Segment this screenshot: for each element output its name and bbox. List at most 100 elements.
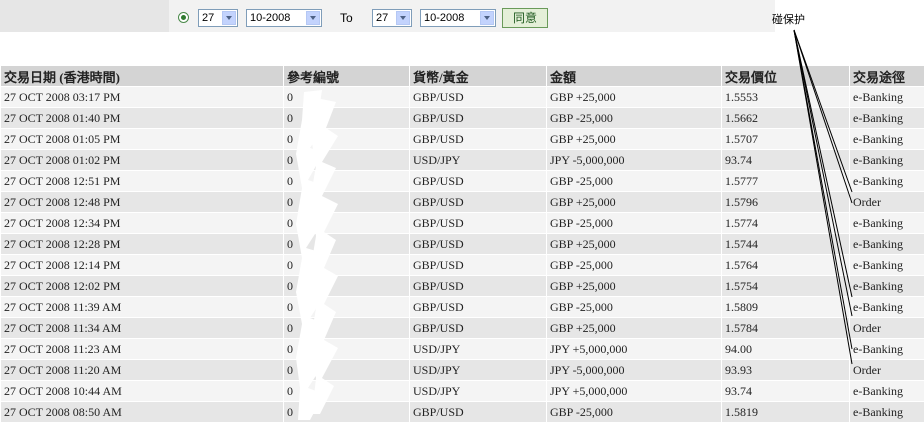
cell-currency-pair: GBP/USD <box>409 170 547 192</box>
table-row: 27 OCT 2008 12:34 PM 0 GBP/USD GBP -25,000 1… <box>0 212 924 234</box>
cell-amount: GBP -25,000 <box>546 296 722 318</box>
cell-amount: GBP +25,000 <box>546 233 722 255</box>
cell-trade-rate: 1.5662 <box>721 107 850 129</box>
table-row: 27 OCT 2008 01:05 PM 0 GBP/USD GBP +25,000 1… <box>0 128 924 150</box>
cell-amount: GBP +25,000 <box>546 317 722 339</box>
to-label: To <box>340 11 353 25</box>
table-row: 27 OCT 2008 03:17 PM 0 GBP/USD GBP +25,000 1… <box>0 86 924 108</box>
cell-trade-date: 27 OCT 2008 11:34 AM <box>0 317 284 339</box>
cell-trade-date: 27 OCT 2008 12:14 PM <box>0 254 284 276</box>
from-month-value: 10-2008 <box>250 12 291 24</box>
header-reference-no: 參考編號 <box>283 66 410 87</box>
cell-currency-pair: GBP/USD <box>409 191 547 213</box>
cell-trade-date: 27 OCT 2008 12:34 PM <box>0 212 284 234</box>
cell-amount: GBP +25,000 <box>546 128 722 150</box>
chevron-down-icon <box>480 11 494 25</box>
cell-amount: GBP -25,000 <box>546 107 722 129</box>
cell-trade-rate: 1.5777 <box>721 170 850 192</box>
cell-reference-no: 0 <box>283 191 410 213</box>
table-row: 27 OCT 2008 01:02 PM 0 USD/JPY JPY -5,000,0… <box>0 149 924 171</box>
table-row: 27 OCT 2008 01:40 PM 0 GBP/USD GBP -25,000 1… <box>0 107 924 129</box>
cell-trade-date: 27 OCT 2008 11:20 AM <box>0 359 284 381</box>
cell-channel: e-Banking <box>849 233 924 255</box>
cell-amount: JPY +5,000,000 <box>546 338 722 360</box>
cell-currency-pair: GBP/USD <box>409 128 547 150</box>
cell-currency-pair: GBP/USD <box>409 212 547 234</box>
table-header-row: 交易日期 (香港時間) 參考編號 貨幣/黃金 金額 交易價位 交易途徑 <box>0 66 924 87</box>
cell-trade-rate: 1.5754 <box>721 275 850 297</box>
from-month-select[interactable]: 10-2008 <box>246 9 322 27</box>
cell-amount: GBP -25,000 <box>546 254 722 276</box>
submit-button[interactable]: 同意 <box>502 8 548 28</box>
cell-amount: GBP +25,000 <box>546 191 722 213</box>
cell-trade-rate: 1.5764 <box>721 254 850 276</box>
cell-reference-no: 0 <box>283 254 410 276</box>
to-month-value: 10-2008 <box>424 12 465 24</box>
table-row: 27 OCT 2008 11:23 AM 0 USD/JPY JPY +5,000,0… <box>0 338 924 360</box>
cell-currency-pair: GBP/USD <box>409 254 547 276</box>
cell-channel: e-Banking <box>849 254 924 276</box>
table-row: 27 OCT 2008 12:14 PM 0 GBP/USD GBP -25,000 1… <box>0 254 924 276</box>
cell-amount: GBP -25,000 <box>546 212 722 234</box>
cell-trade-date: 27 OCT 2008 12:02 PM <box>0 275 284 297</box>
cell-trade-rate: 1.5784 <box>721 317 850 339</box>
cell-amount: GBP +25,000 <box>546 275 722 297</box>
cell-trade-rate: 93.74 <box>721 380 850 402</box>
cell-channel: e-Banking <box>849 128 924 150</box>
cell-currency-pair: GBP/USD <box>409 296 547 318</box>
cell-currency-pair: GBP/USD <box>409 107 547 129</box>
cell-trade-date: 27 OCT 2008 01:05 PM <box>0 128 284 150</box>
cell-trade-date: 27 OCT 2008 11:39 AM <box>0 296 284 318</box>
to-month-select[interactable]: 10-2008 <box>420 9 496 27</box>
cell-reference-no: 0 <box>283 317 410 339</box>
cell-reference-no: 0 <box>283 149 410 171</box>
cell-currency-pair: GBP/USD <box>409 275 547 297</box>
annotation-note: 碰保护 <box>772 14 805 26</box>
cell-channel: e-Banking <box>849 296 924 318</box>
radio-selected-dot <box>181 15 186 20</box>
cell-trade-date: 27 OCT 2008 08:50 AM <box>0 401 284 422</box>
cell-reference-no: 0 <box>283 233 410 255</box>
cell-reference-no: 0 <box>283 86 410 108</box>
cell-channel: Order <box>849 317 924 339</box>
cell-currency-pair: GBP/USD <box>409 233 547 255</box>
cell-reference-no: 0 <box>283 359 410 381</box>
cell-reference-no: 0 <box>283 275 410 297</box>
cell-trade-rate: 93.74 <box>721 149 850 171</box>
cell-channel: e-Banking <box>849 86 924 108</box>
cell-currency-pair: USD/JPY <box>409 359 547 381</box>
cell-reference-no: 0 <box>283 338 410 360</box>
cell-channel: e-Banking <box>849 275 924 297</box>
cell-amount: JPY +5,000,000 <box>546 380 722 402</box>
cell-trade-rate: 1.5819 <box>721 401 850 422</box>
header-currency-pair: 貨幣/黃金 <box>409 66 547 87</box>
cell-currency-pair: USD/JPY <box>409 380 547 402</box>
date-range-radio[interactable] <box>178 12 189 23</box>
cell-channel: e-Banking <box>849 170 924 192</box>
cell-trade-rate: 1.5744 <box>721 233 850 255</box>
cell-trade-rate: 94.00 <box>721 338 850 360</box>
cell-currency-pair: USD/JPY <box>409 149 547 171</box>
cell-trade-rate: 93.93 <box>721 359 850 381</box>
cell-trade-date: 27 OCT 2008 12:48 PM <box>0 191 284 213</box>
chevron-down-icon <box>222 11 236 25</box>
cell-trade-rate: 1.5809 <box>721 296 850 318</box>
cell-reference-no: 0 <box>283 296 410 318</box>
cell-channel: e-Banking <box>849 107 924 129</box>
to-day-value: 27 <box>376 12 389 24</box>
to-day-select[interactable]: 27 <box>372 9 412 27</box>
cell-reference-no: 0 <box>283 107 410 129</box>
chevron-down-icon <box>306 11 320 25</box>
cell-currency-pair: GBP/USD <box>409 401 547 422</box>
cell-trade-date: 27 OCT 2008 10:44 AM <box>0 380 284 402</box>
from-day-select[interactable]: 27 <box>198 9 238 27</box>
cell-trade-date: 27 OCT 2008 03:17 PM <box>0 86 284 108</box>
table-row: 27 OCT 2008 11:39 AM 0 GBP/USD GBP -25,000 1… <box>0 296 924 318</box>
cell-channel: e-Banking <box>849 149 924 171</box>
cell-amount: JPY -5,000,000 <box>546 359 722 381</box>
table-row: 27 OCT 2008 11:20 AM 0 USD/JPY JPY -5,000,0… <box>0 359 924 381</box>
cell-trade-date: 27 OCT 2008 12:28 PM <box>0 233 284 255</box>
cell-reference-no: 0 <box>283 170 410 192</box>
cell-amount: GBP +25,000 <box>546 86 722 108</box>
cell-trade-date: 27 OCT 2008 01:02 PM <box>0 149 284 171</box>
